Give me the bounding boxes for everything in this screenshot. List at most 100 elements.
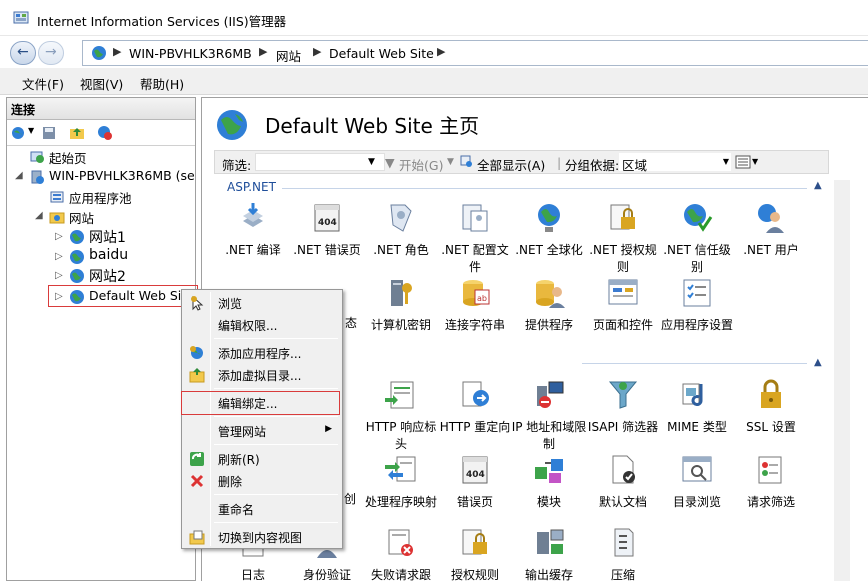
feature-ssl-settings[interactable]: SSL 设置 [733, 378, 809, 436]
providers-icon [536, 280, 565, 308]
vertical-scrollbar[interactable] [834, 180, 850, 581]
feature-request-filtering[interactable]: 请求筛选 [733, 453, 809, 511]
feature-authorization[interactable]: 授权规则 [437, 526, 513, 581]
view-mode-icon[interactable] [735, 155, 751, 169]
section-divider [282, 188, 807, 189]
context-menu: 浏览 编辑权限... 添加应用程序... 添加虚拟目录... 编辑绑定... 管… [181, 289, 343, 549]
toolbar-separator: | [557, 155, 562, 170]
group-by-label: 分组依据: [565, 158, 620, 173]
submenu-arrow-icon: ▶ [325, 424, 332, 434]
net-trust-icon [684, 204, 713, 232]
breadcrumb-site[interactable]: Default Web Site [329, 46, 434, 61]
chevron-right-icon[interactable]: ▶ [437, 45, 445, 58]
menu-help[interactable]: 帮助(H) [140, 74, 184, 93]
menu-separator [214, 388, 338, 389]
go-arrow-icon[interactable]: ▼ [385, 155, 395, 170]
add-virtual-directory-icon [189, 368, 205, 383]
feature-net-authorization[interactable]: .NET 授权规则 [585, 201, 661, 276]
net-globalization-icon [538, 204, 560, 232]
machine-key-icon [391, 280, 412, 306]
expand-arrow-icon[interactable]: ▷ [55, 251, 63, 262]
menu-item-add-application[interactable]: 添加应用程序... [184, 342, 340, 364]
feature-failed-request[interactable]: 失败请求跟 [363, 526, 439, 581]
authorization-icon [462, 529, 487, 555]
menu-separator [214, 416, 338, 417]
feature-net-users[interactable]: .NET 用户 [733, 201, 809, 259]
refresh-icon [190, 452, 204, 466]
back-button[interactable]: ← [10, 41, 36, 65]
breadcrumb-server[interactable]: WIN-PBVHLK3R6MB [129, 46, 252, 61]
directory-browsing-icon [682, 456, 712, 482]
filter-label: 筛选: [222, 158, 252, 173]
forward-button[interactable]: → [38, 41, 64, 65]
collapse-arrow-icon[interactable]: ◢ [35, 210, 43, 221]
expand-arrow-icon[interactable]: ▷ [55, 231, 63, 242]
feature-net-error-pages[interactable]: 404 .NET 错误页 [289, 201, 365, 259]
feature-providers[interactable]: 提供程序 [511, 276, 587, 334]
feature-error-pages[interactable]: 404 错误页 [437, 453, 513, 511]
feature-net-trust[interactable]: .NET 信任级别 [659, 201, 735, 276]
connections-header: 连接 [7, 98, 195, 120]
menu-item-edit-permissions[interactable]: 编辑权限... [184, 314, 340, 336]
feature-handler-mappings[interactable]: 处理程序映射 [363, 453, 439, 511]
chevron-right-icon[interactable]: ▶ [313, 45, 321, 58]
feature-mime-types[interactable]: MIME 类型 [659, 378, 735, 436]
feature-ip-restrictions[interactable]: IP 地址和域限制 [511, 378, 587, 453]
feature-http-headers[interactable]: HTTP 响应标头 [363, 378, 439, 453]
breadcrumb-sites[interactable]: 网站 [276, 46, 301, 65]
menu-item-delete[interactable]: 删除 [184, 470, 340, 492]
feature-default-document[interactable]: 默认文档 [585, 453, 661, 511]
feature-net-globalization[interactable]: .NET 全球化 [511, 201, 587, 259]
menu-separator [214, 522, 338, 523]
chevron-down-icon[interactable]: ▼ [28, 126, 34, 135]
feature-net-roles[interactable]: .NET 角色 [363, 201, 439, 259]
menu-item-add-virtual-directory[interactable]: 添加虚拟目录... [184, 364, 340, 386]
filter-input[interactable] [255, 153, 385, 171]
compression-icon [614, 528, 634, 557]
collapse-up-icon[interactable]: ▲ [814, 180, 822, 191]
window-titlebar: Internet Information Services (IIS)管理器 [0, 0, 868, 36]
up-folder-icon[interactable] [69, 125, 85, 141]
start-button[interactable]: 开始(G) [399, 155, 443, 174]
chevron-right-icon[interactable]: ▶ [113, 45, 121, 58]
feature-output-caching[interactable]: 输出缓存 [511, 526, 587, 581]
collapse-arrow-icon[interactable]: ◢ [15, 170, 23, 181]
feature-app-settings[interactable]: 应用程序设置 [659, 276, 735, 334]
feature-isapi-filters[interactable]: ISAPI 筛选器 [585, 378, 661, 436]
chevron-down-icon[interactable]: ▼ [752, 157, 758, 166]
menu-item-browse[interactable]: 浏览 [184, 292, 340, 314]
feature-pages-controls[interactable]: 页面和控件 [585, 276, 661, 334]
save-icon[interactable] [41, 125, 57, 141]
chevron-right-icon[interactable]: ▶ [259, 45, 267, 58]
connect-icon[interactable] [11, 125, 27, 141]
funnel-icon[interactable]: ▼ [368, 157, 375, 167]
menu-item-manage-website[interactable]: 管理网站 ▶ [184, 420, 340, 442]
mime-types-icon [682, 383, 703, 406]
collapse-up-icon[interactable]: ▲ [814, 357, 822, 368]
feature-directory-browsing[interactable]: 目录浏览 [659, 453, 735, 511]
feature-http-redirect[interactable]: HTTP 重定向 [437, 378, 513, 436]
menu-item-refresh[interactable]: 刷新(R) [184, 448, 340, 470]
menu-view[interactable]: 视图(V) [80, 74, 123, 93]
feature-net-compile[interactable]: .NET 编译 [215, 201, 291, 259]
feature-machine-key[interactable]: 计算机密钥 [363, 276, 439, 334]
menu-item-switch-content-view[interactable]: 切换到内容视图 [184, 526, 340, 548]
add-application-icon [190, 346, 203, 359]
expand-arrow-icon[interactable]: ▷ [55, 270, 63, 281]
iis-app-icon [13, 11, 29, 24]
disconnect-icon[interactable] [97, 125, 113, 141]
http-redirect-icon [462, 381, 489, 407]
show-all-button[interactable]: 全部显示(A) [477, 155, 545, 174]
feature-compression[interactable]: 压缩 [585, 526, 661, 581]
breadcrumb[interactable]: ▶ WIN-PBVHLK3R6MB ▶ 网站 ▶ Default Web Sit… [82, 40, 868, 66]
feature-connection-strings[interactable]: ab 连接字符串 [437, 276, 513, 334]
menu-file[interactable]: 文件(F) [22, 74, 64, 93]
net-authorization-icon [610, 204, 635, 230]
feature-net-profile[interactable]: .NET 配置文件 [437, 201, 513, 276]
feature-modules[interactable]: 模块 [511, 453, 587, 511]
menu-item-rename[interactable]: 重命名 [184, 498, 340, 520]
group-by-select[interactable]: 区域 ▼ [619, 153, 731, 173]
chevron-down-icon[interactable]: ▼ [447, 157, 454, 167]
ip-restrictions-icon [537, 381, 564, 408]
connection-strings-icon: ab [463, 280, 490, 306]
